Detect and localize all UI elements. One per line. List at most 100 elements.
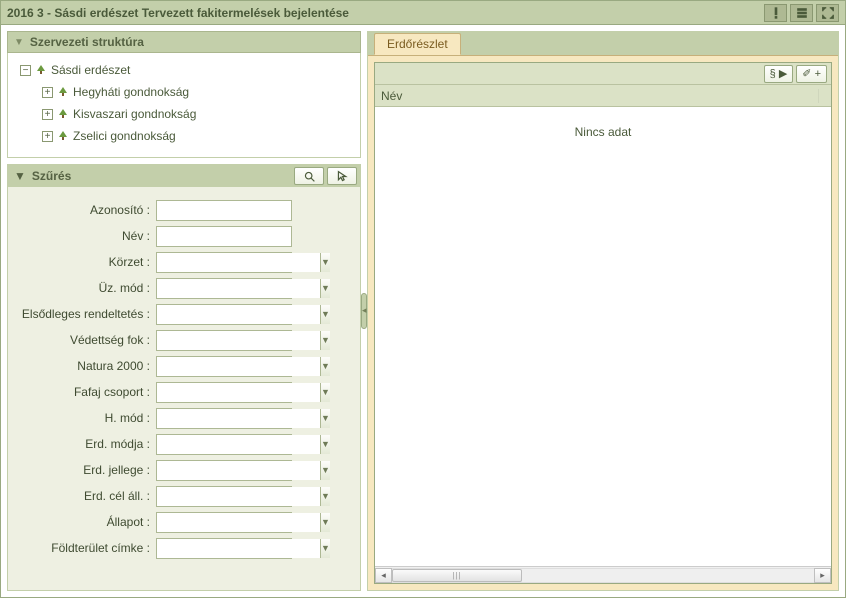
chevron-down-icon[interactable]: ▼	[320, 461, 330, 480]
filter-row: Azonosító :	[14, 197, 330, 223]
tree-root[interactable]: − Sásdi erdészet	[14, 59, 354, 81]
filter-combo-input[interactable]	[157, 409, 320, 428]
expand-toggle[interactable]: +	[42, 109, 53, 120]
splitter[interactable]: ◂	[361, 31, 367, 591]
filter-combo[interactable]: ▼	[156, 408, 292, 429]
left-pane: ▼ Szervezeti struktúra − Sásdi erdészet …	[7, 31, 361, 591]
filter-label: Erd. jellege :	[14, 463, 156, 477]
section-play-button[interactable]: § ▶	[764, 65, 794, 83]
filter-combo-input[interactable]	[157, 383, 320, 402]
filter-combo[interactable]: ▼	[156, 252, 292, 273]
filter-label: H. mód :	[14, 411, 156, 425]
filter-combo[interactable]: ▼	[156, 330, 292, 351]
filter-combo-input[interactable]	[157, 513, 320, 532]
chevron-down-icon[interactable]: ▼	[320, 513, 330, 532]
titlebar-buttons	[764, 4, 839, 22]
filter-combo-input[interactable]	[157, 305, 320, 324]
filter-input[interactable]	[156, 200, 292, 221]
chevron-down-icon[interactable]: ▼	[320, 539, 330, 558]
maximize-button[interactable]	[816, 4, 839, 22]
scroll-track[interactable]: |||	[392, 568, 814, 583]
filter-input[interactable]	[156, 226, 292, 247]
chevron-down-icon[interactable]: ▼	[320, 279, 330, 298]
tree-child[interactable]: + Zselici gondnokság	[14, 125, 354, 147]
splitter-handle[interactable]: ◂	[361, 293, 367, 329]
filter-combo-input[interactable]	[157, 487, 320, 506]
filter-combo-input[interactable]	[157, 539, 320, 558]
grid-header: Név	[375, 85, 831, 107]
filter-row: Körzet :▼	[14, 249, 330, 275]
filter-combo[interactable]: ▼	[156, 278, 292, 299]
filter-panel-header: ▼ Szűrés	[8, 165, 360, 187]
filter-combo[interactable]: ▼	[156, 434, 292, 455]
filter-combo[interactable]: ▼	[156, 538, 292, 559]
window: 2016 3 - Sásdi erdészet Tervezett fakite…	[0, 0, 846, 598]
filter-row: Fafaj csoport :▼	[14, 379, 330, 405]
filter-combo-input[interactable]	[157, 279, 320, 298]
tree-child-label: Kisvaszari gondnokság	[73, 107, 196, 121]
list-button[interactable]	[790, 4, 813, 22]
filter-label: Név :	[14, 229, 156, 243]
chevron-down-icon[interactable]: ▼	[320, 331, 330, 350]
org-panel-header[interactable]: ▼ Szervezeti struktúra	[7, 31, 361, 53]
titlebar: 2016 3 - Sásdi erdészet Tervezett fakite…	[1, 1, 845, 25]
filter-row: Elsődleges rendeltetés :▼	[14, 301, 330, 327]
tree-child[interactable]: + Kisvaszari gondnokság	[14, 103, 354, 125]
filter-combo-input[interactable]	[157, 461, 320, 480]
filter-row: Védettség fok :▼	[14, 327, 330, 353]
filter-combo-input[interactable]	[157, 357, 320, 376]
filter-label: Védettség fok :	[14, 333, 156, 347]
filter-row: Erd. cél áll. :▼	[14, 483, 330, 509]
filter-combo[interactable]: ▼	[156, 304, 292, 325]
filter-label: Állapot :	[14, 515, 156, 529]
tabstrip: Erdőrészlet	[368, 32, 838, 56]
filter-combo[interactable]: ▼	[156, 512, 292, 533]
search-button[interactable]	[294, 167, 324, 185]
filter-combo[interactable]: ▼	[156, 382, 292, 403]
filter-row: Natura 2000 :▼	[14, 353, 330, 379]
chevron-down-icon[interactable]: ▼	[320, 409, 330, 428]
horizontal-scrollbar[interactable]: ◂ ||| ▸	[375, 566, 831, 583]
tab-erdoreszlet[interactable]: Erdőrészlet	[374, 33, 461, 55]
chevron-down-icon[interactable]: ▼	[320, 435, 330, 454]
column-header-name[interactable]: Név	[381, 89, 819, 103]
expand-toggle[interactable]: −	[20, 65, 31, 76]
chevron-down-icon[interactable]: ▼	[320, 383, 330, 402]
filter-row: Erd. jellege :▼	[14, 457, 330, 483]
filter-combo-input[interactable]	[157, 331, 320, 350]
tree-root-label: Sásdi erdészet	[51, 63, 130, 77]
filter-label: Natura 2000 :	[14, 359, 156, 373]
scroll-right-button[interactable]: ▸	[814, 568, 831, 583]
filter-label: Földterület címke :	[14, 541, 156, 555]
collapse-icon[interactable]: ▼	[14, 169, 26, 183]
filter-label: Elsődleges rendeltetés :	[14, 307, 156, 321]
chevron-down-icon[interactable]: ▼	[320, 305, 330, 324]
alert-button[interactable]	[764, 4, 787, 22]
expand-toggle[interactable]: +	[42, 131, 53, 142]
scroll-thumb[interactable]: |||	[392, 569, 522, 582]
collapse-icon[interactable]: ▼	[14, 37, 24, 48]
expand-toggle[interactable]: +	[42, 87, 53, 98]
window-title: 2016 3 - Sásdi erdészet Tervezett fakite…	[7, 6, 349, 20]
filter-combo-input[interactable]	[157, 253, 320, 272]
tree-child[interactable]: + Hegyháti gondnokság	[14, 81, 354, 103]
filter-combo[interactable]: ▼	[156, 356, 292, 377]
right-pane: Erdőrészlet § ▶ ✐ + Név Nincs adat	[367, 31, 839, 591]
chevron-down-icon[interactable]: ▼	[320, 357, 330, 376]
chevron-down-icon[interactable]: ▼	[320, 253, 330, 272]
right-body: § ▶ ✐ + Név Nincs adat ◂ |||	[368, 56, 838, 590]
chevron-down-icon[interactable]: ▼	[320, 487, 330, 506]
filter-label: Azonosító :	[14, 203, 156, 217]
forestry-icon	[57, 86, 69, 98]
scroll-left-button[interactable]: ◂	[375, 568, 392, 583]
pointer-button[interactable]	[327, 167, 357, 185]
filter-label: Erd. módja :	[14, 437, 156, 451]
filter-row: Név :	[14, 223, 330, 249]
filter-combo[interactable]: ▼	[156, 486, 292, 507]
filter-row: Földterület címke :▼	[14, 535, 330, 561]
filter-combo[interactable]: ▼	[156, 460, 292, 481]
filter-combo-input[interactable]	[157, 435, 320, 454]
tree-child-label: Hegyháti gondnokság	[73, 85, 189, 99]
comment-add-button[interactable]: ✐ +	[796, 65, 827, 83]
filter-panel: ▼ Szűrés Azonosító :Név :Körzet :▼Üz. mó…	[7, 164, 361, 591]
